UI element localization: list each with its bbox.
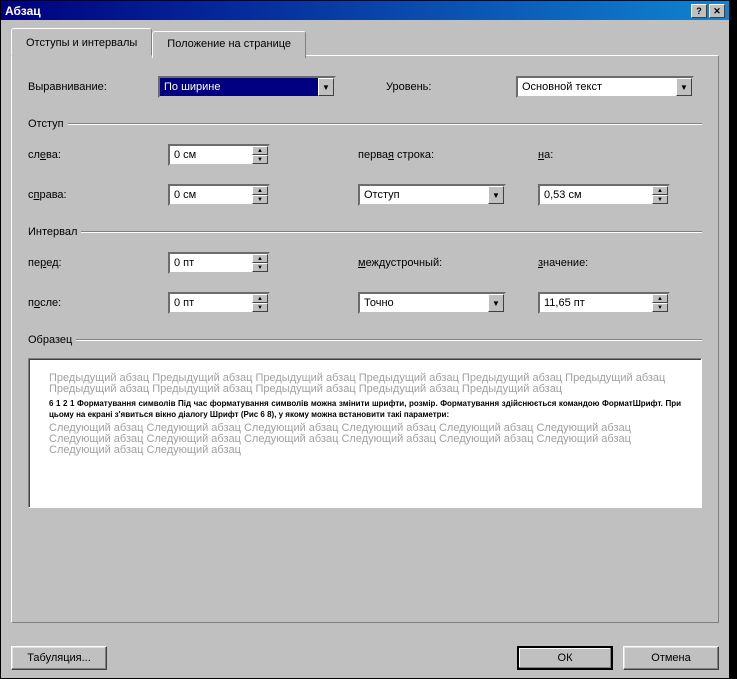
tab-bar: Отступы и интервалы Положение на страниц…	[11, 28, 719, 55]
preview-group: Образец Предыдущий абзац Предыдущий абза…	[28, 334, 702, 508]
paragraph-dialog: Абзац ? ✕ Отступы и интервалы Положение …	[0, 0, 730, 679]
spacing-group: Интервал перед: 0 пт ▲ ▼ междустрочный:	[28, 226, 702, 314]
indent-left-value: 0 см	[170, 146, 252, 164]
spin-up-icon[interactable]: ▲	[252, 146, 268, 155]
spin-up-icon[interactable]: ▲	[252, 186, 268, 195]
tab-label: Положение на странице	[167, 38, 291, 50]
ok-button-label: ОК	[558, 652, 573, 664]
indent-right-value: 0 см	[170, 186, 252, 204]
first-line-value: Отступ	[360, 188, 488, 202]
titlebar: Абзац ? ✕	[1, 1, 729, 20]
preview-sample: 6 1 2 1 Форматування символів Під час фо…	[49, 398, 681, 420]
spin-down-icon[interactable]: ▼	[252, 155, 268, 164]
after-value: 0 пт	[170, 294, 252, 312]
line-spacing-value: Точно	[360, 296, 488, 310]
level-value: Основной текст	[518, 80, 676, 94]
indent-right-label: справа:	[28, 189, 168, 201]
line-spacing-at-spinner[interactable]: 11,65 пт ▲ ▼	[538, 292, 670, 314]
spin-down-icon[interactable]: ▼	[252, 195, 268, 204]
indent-left-spinner[interactable]: 0 см ▲ ▼	[168, 144, 270, 166]
alignment-label: Выравнивание:	[28, 81, 158, 93]
tab-indents-spacing[interactable]: Отступы и интервалы	[11, 28, 152, 56]
titlebar-buttons: ? ✕	[691, 4, 725, 18]
spin-down-icon[interactable]: ▼	[652, 303, 668, 312]
line-spacing-label: междустрочный:	[358, 257, 538, 269]
indent-right-spinner[interactable]: 0 см ▲ ▼	[168, 184, 270, 206]
after-label: после:	[28, 297, 168, 309]
alignment-row: Выравнивание: По ширине ▼ Уровень: Основ…	[28, 76, 702, 98]
preview-next: Следующий абзац Следующий абзац Следующи…	[49, 423, 681, 456]
spin-up-icon[interactable]: ▲	[652, 294, 668, 303]
close-button[interactable]: ✕	[709, 4, 725, 18]
chevron-down-icon[interactable]: ▼	[318, 78, 334, 96]
level-combo[interactable]: Основной текст ▼	[516, 76, 694, 98]
tab-label: Отступы и интервалы	[26, 37, 137, 49]
by-label: на:	[538, 149, 688, 161]
first-line-by-value: 0,53 см	[540, 186, 652, 204]
spin-down-icon[interactable]: ▼	[252, 303, 268, 312]
spin-up-icon[interactable]: ▲	[652, 186, 668, 195]
cancel-button-label: Отмена	[651, 652, 690, 664]
spin-up-icon[interactable]: ▲	[252, 294, 268, 303]
first-line-label: первая строка:	[358, 149, 538, 161]
chevron-down-icon[interactable]: ▼	[676, 78, 692, 96]
dialog-buttons: Табуляция... ОК Отмена	[11, 646, 719, 670]
chevron-down-icon[interactable]: ▼	[488, 186, 504, 204]
dialog-body: Отступы и интервалы Положение на страниц…	[1, 20, 729, 678]
line-spacing-at-value: 11,65 пт	[540, 294, 652, 312]
tabs-button[interactable]: Табуляция...	[11, 646, 107, 670]
tab-line-page-breaks[interactable]: Положение на странице	[152, 31, 306, 58]
ok-button[interactable]: ОК	[517, 646, 613, 670]
tab-panel: Выравнивание: По ширине ▼ Уровень: Основ…	[11, 55, 719, 623]
preview-label: Образец	[28, 334, 72, 346]
before-value: 0 пт	[170, 254, 252, 272]
first-line-combo[interactable]: Отступ ▼	[358, 184, 506, 206]
line-spacing-combo[interactable]: Точно ▼	[358, 292, 506, 314]
before-label: перед:	[28, 257, 168, 269]
after-spinner[interactable]: 0 пт ▲ ▼	[168, 292, 270, 314]
level-label: Уровень:	[386, 81, 516, 93]
window-title: Абзац	[5, 4, 41, 18]
help-button[interactable]: ?	[691, 4, 707, 18]
alignment-value: По ширине	[160, 80, 318, 94]
preview-area: Предыдущий абзац Предыдущий абзац Предыд…	[28, 358, 702, 508]
tabs-button-label: Табуляция...	[27, 652, 91, 664]
spacing-group-label: Интервал	[28, 226, 77, 238]
spin-down-icon[interactable]: ▼	[252, 263, 268, 272]
indent-group-label: Отступ	[28, 118, 64, 130]
indent-left-label: слева:	[28, 149, 168, 161]
cancel-button[interactable]: Отмена	[623, 646, 719, 670]
spacing-fields: перед: 0 пт ▲ ▼ междустрочный: значение:…	[28, 252, 702, 314]
alignment-combo[interactable]: По ширине ▼	[158, 76, 336, 98]
indent-group: Отступ слева: 0 см ▲ ▼ первая строка:	[28, 118, 702, 206]
spin-up-icon[interactable]: ▲	[252, 254, 268, 263]
first-line-by-spinner[interactable]: 0,53 см ▲ ▼	[538, 184, 670, 206]
before-spinner[interactable]: 0 пт ▲ ▼	[168, 252, 270, 274]
chevron-down-icon[interactable]: ▼	[488, 294, 504, 312]
preview-previous: Предыдущий абзац Предыдущий абзац Предыд…	[49, 373, 681, 395]
at-label: значение:	[538, 257, 688, 269]
indent-fields: слева: 0 см ▲ ▼ первая строка: на: справ…	[28, 144, 702, 206]
spin-down-icon[interactable]: ▼	[652, 195, 668, 204]
